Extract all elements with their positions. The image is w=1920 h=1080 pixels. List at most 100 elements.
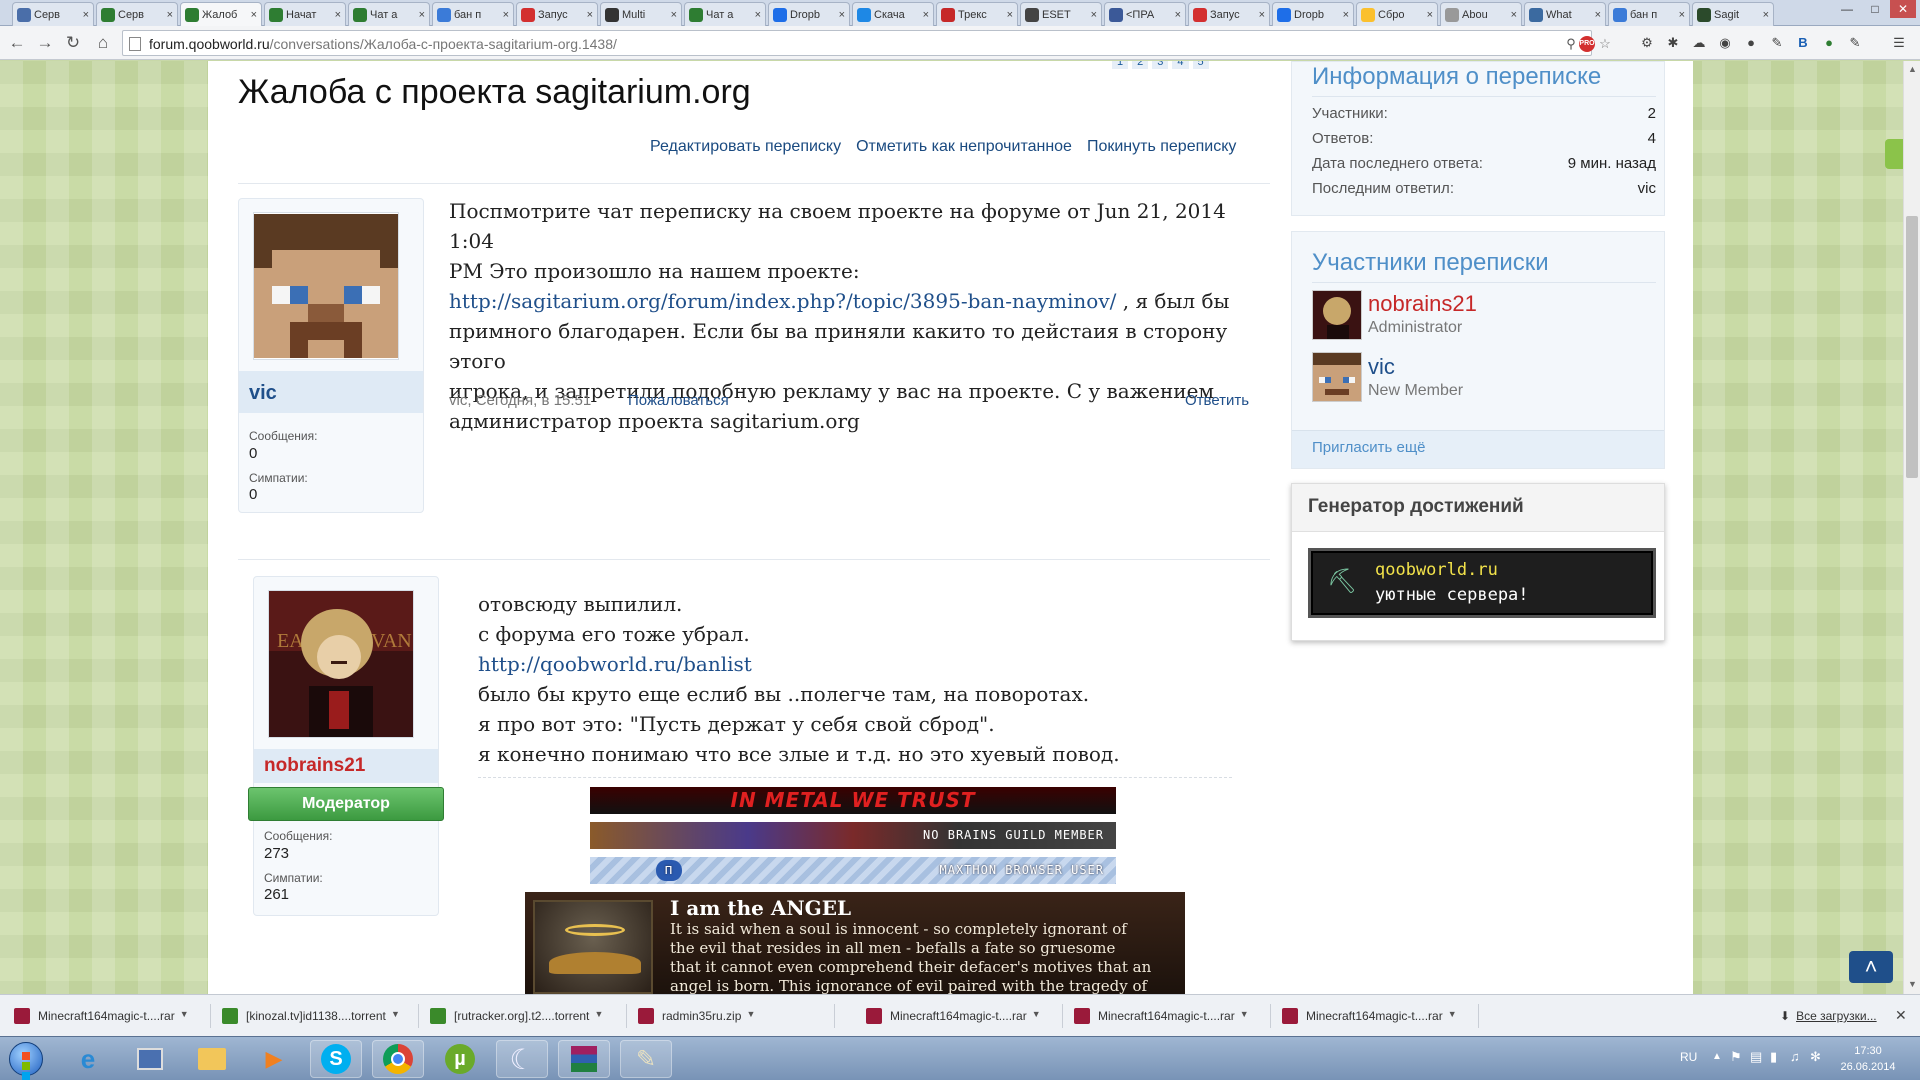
globe-icon[interactable]: ◉	[1716, 34, 1734, 52]
close-tab-icon[interactable]: ×	[167, 9, 173, 21]
address-bar[interactable]: forum.qoobworld.ru/conversations/Жалоба-…	[122, 30, 1611, 56]
close-tab-icon[interactable]: ×	[755, 9, 761, 21]
participant-avatar[interactable]	[1312, 352, 1362, 402]
browser-tab[interactable]: Dropb ×	[768, 2, 850, 26]
start-button[interactable]	[2, 1040, 50, 1080]
reload-icon[interactable]: ↻	[62, 32, 84, 54]
tray-expand-icon[interactable]: ▲	[1712, 1051, 1722, 1062]
browser-tab[interactable]: Начат ×	[264, 2, 346, 26]
page-link[interactable]: 5	[1192, 61, 1209, 69]
cloud-icon[interactable]: ☁	[1690, 34, 1708, 52]
mark-unread-link[interactable]: Отметить как непрочитанное	[856, 138, 1072, 156]
page-link[interactable]: 4	[1172, 61, 1189, 69]
close-tab-icon[interactable]: ×	[839, 9, 845, 21]
b-extension-icon[interactable]: B	[1794, 34, 1812, 52]
taskbar-app[interactable]	[124, 1040, 176, 1078]
gear-icon[interactable]: ⚙	[1638, 34, 1656, 52]
browser-tab[interactable]: Abou ×	[1440, 2, 1522, 26]
scroll-up-icon[interactable]: ▲	[1908, 64, 1917, 74]
bookmark-star-icon[interactable]: ☆	[1597, 36, 1613, 52]
download-menu-icon[interactable]: ▼	[1032, 1009, 1041, 1019]
taskbar-app2[interactable]: ☾	[496, 1040, 548, 1078]
scroll-thumb[interactable]	[1906, 216, 1918, 478]
taskbar-media[interactable]: ▶	[248, 1040, 300, 1078]
invite-more-link[interactable]: Пригласить ещё	[1312, 439, 1426, 456]
browser-tab[interactable]: Dropb ×	[1272, 2, 1354, 26]
close-tab-icon[interactable]: ×	[1259, 9, 1265, 21]
banlist-link[interactable]: http://qoobworld.ru/banlist	[478, 652, 752, 676]
reply-link[interactable]: Ответить	[1185, 392, 1249, 409]
browser-tab[interactable]: What ×	[1524, 2, 1606, 26]
browser-tab[interactable]: Запус ×	[1188, 2, 1270, 26]
taskbar-paint[interactable]: ✎	[620, 1040, 672, 1078]
download-item[interactable]: Minecraft164magic-t....rar ▼	[866, 1002, 1041, 1030]
close-tab-icon[interactable]: ×	[1679, 9, 1685, 21]
close-tab-icon[interactable]: ×	[419, 9, 425, 21]
tray-network-icon[interactable]: ▤	[1750, 1049, 1762, 1065]
download-menu-icon[interactable]: ▼	[1448, 1009, 1457, 1019]
close-tab-icon[interactable]: ×	[335, 9, 341, 21]
participant-avatar[interactable]	[1312, 290, 1362, 340]
page-link[interactable]: 3	[1152, 61, 1169, 69]
participant-name[interactable]: nobrains21	[1368, 291, 1477, 317]
download-menu-icon[interactable]: ▼	[391, 1009, 400, 1019]
tray-flag-icon[interactable]: ⚑	[1730, 1049, 1742, 1065]
browser-tab[interactable]: Скача ×	[852, 2, 934, 26]
tray-app-icon[interactable]: ✻	[1810, 1049, 1821, 1065]
browser-tab[interactable]: бан п ×	[432, 2, 514, 26]
avatar[interactable]	[253, 212, 399, 360]
browser-tab[interactable]: <ПРА ×	[1104, 2, 1186, 26]
language-indicator[interactable]: RU	[1680, 1050, 1697, 1064]
menu-icon[interactable]: ☰	[1890, 34, 1908, 52]
tray-signal-icon[interactable]: ▮	[1770, 1049, 1777, 1065]
close-tab-icon[interactable]: ×	[1343, 9, 1349, 21]
close-tab-icon[interactable]: ×	[1007, 9, 1013, 21]
page-scrollbar[interactable]: ▲ ▼	[1903, 61, 1920, 994]
download-menu-icon[interactable]: ▼	[746, 1009, 755, 1019]
browser-tab[interactable]: Sagit ×	[1692, 2, 1774, 26]
participant-name[interactable]: vic	[1368, 354, 1395, 380]
close-tab-icon[interactable]: ×	[1763, 9, 1769, 21]
close-tab-icon[interactable]: ×	[83, 9, 89, 21]
browser-tab[interactable]: Трекс ×	[936, 2, 1018, 26]
username[interactable]: vic	[249, 382, 277, 405]
page-link[interactable]: 2	[1132, 61, 1149, 69]
browser-tab[interactable]: бан п ×	[1608, 2, 1690, 26]
download-item[interactable]: Minecraft164magic-t....rar ▼	[14, 1002, 189, 1030]
home-icon[interactable]: ⌂	[92, 32, 114, 54]
lock-icon[interactable]: ●	[1820, 34, 1838, 52]
close-downloads-icon[interactable]: ✕	[1895, 1007, 1907, 1024]
leave-conversation-link[interactable]: Покинуть переписку	[1087, 138, 1236, 156]
extension-puzzle-icon[interactable]: ✱	[1664, 34, 1682, 52]
taskbar-chrome[interactable]	[372, 1040, 424, 1078]
clock[interactable]: 17:30 26.06.2014	[1838, 1043, 1898, 1075]
close-tab-icon[interactable]: ×	[587, 9, 593, 21]
minimize-icon[interactable]: —	[1834, 0, 1860, 18]
download-item[interactable]: Minecraft164magic-t....rar ▼	[1074, 1002, 1249, 1030]
close-tab-icon[interactable]: ×	[671, 9, 677, 21]
back-icon[interactable]: ←	[6, 32, 28, 54]
close-tab-icon[interactable]: ×	[503, 9, 509, 21]
avatar[interactable]: EA VAN	[268, 590, 414, 738]
close-tab-icon[interactable]: ×	[1091, 9, 1097, 21]
page-link[interactable]: 1	[1112, 61, 1129, 69]
scroll-top-button[interactable]: ˄	[1849, 951, 1893, 983]
close-tab-icon[interactable]: ×	[1511, 9, 1517, 21]
edit-conversation-link[interactable]: Редактировать переписку	[650, 138, 841, 156]
browser-tab[interactable]: ESET ×	[1020, 2, 1102, 26]
close-tab-icon[interactable]: ×	[923, 9, 929, 21]
side-feedback-tab[interactable]	[1885, 139, 1903, 169]
browser-tab[interactable]: Серв ×	[12, 2, 94, 26]
download-item[interactable]: radmin35ru.zip ▼	[638, 1002, 755, 1030]
meta-author[interactable]: vic	[449, 392, 467, 409]
achievement-banner[interactable]: ⛏ qoobworld.ru уютные сервера!	[1308, 548, 1656, 618]
message-link[interactable]: http://sagitarium.org/forum/index.php?/t…	[449, 289, 1116, 313]
browser-tab[interactable]: Жалоб ×	[180, 2, 262, 27]
username[interactable]: nobrains21	[264, 755, 365, 777]
maximize-icon[interactable]: □	[1862, 0, 1888, 18]
close-tab-icon[interactable]: ×	[251, 9, 257, 21]
taskbar-ie[interactable]: e	[62, 1040, 114, 1078]
browser-tab[interactable]: Запус ×	[516, 2, 598, 26]
close-window-icon[interactable]: ✕	[1890, 0, 1916, 18]
report-link[interactable]: Пожаловаться	[628, 392, 729, 409]
